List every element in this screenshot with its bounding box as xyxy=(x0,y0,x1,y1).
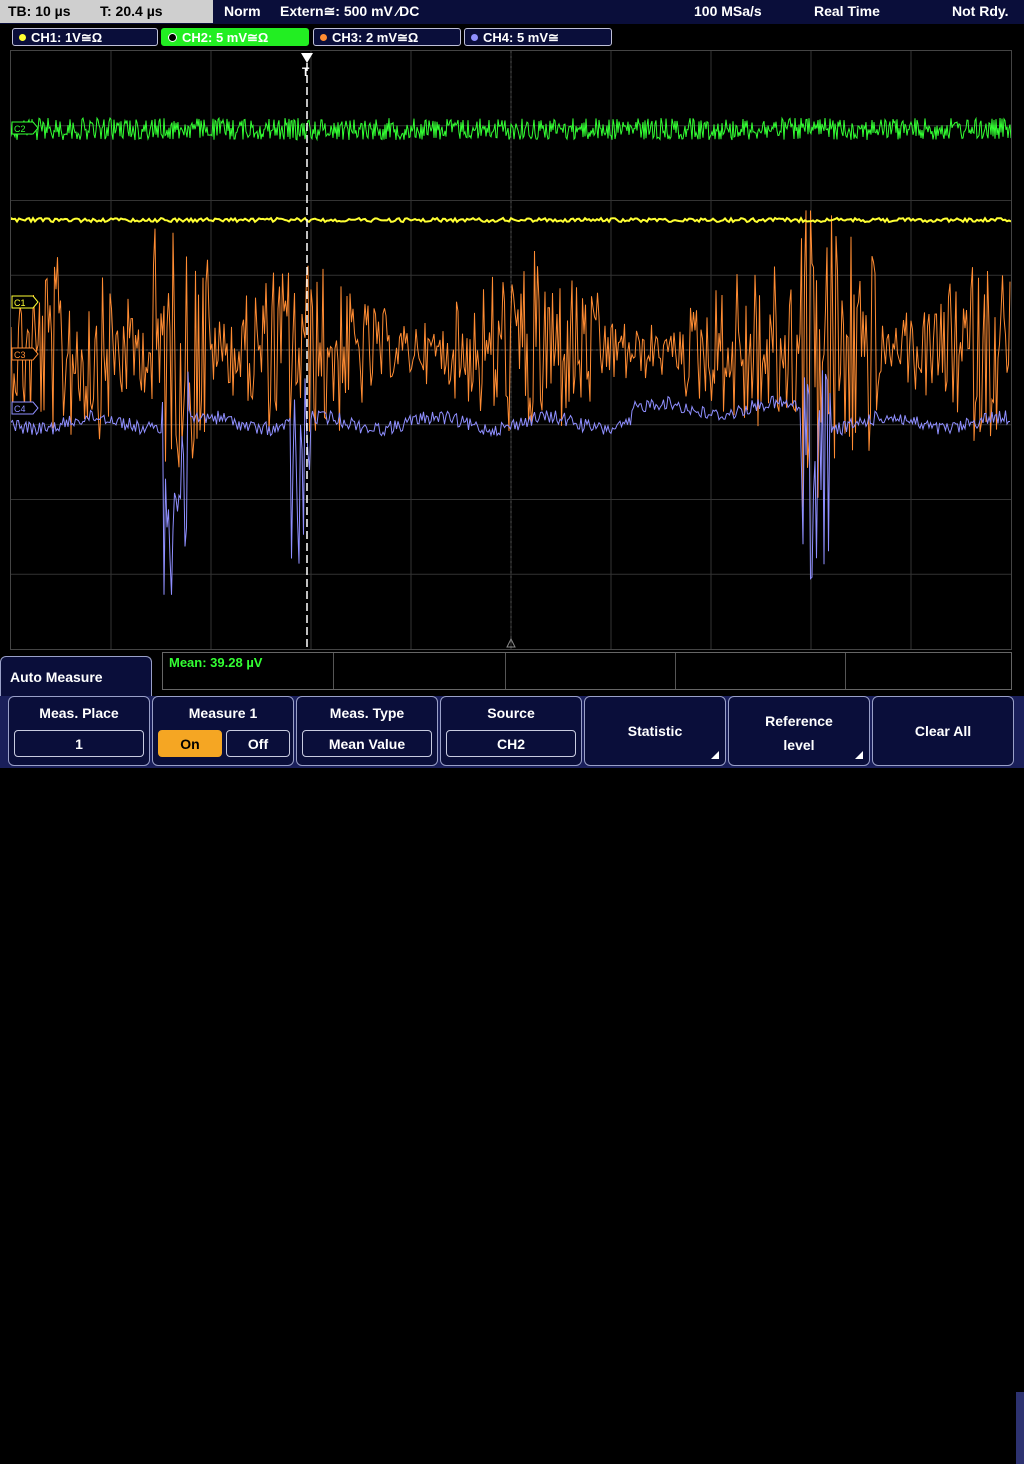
softkey-scrollbar[interactable] xyxy=(1016,1392,1024,1464)
channel-1-button[interactable]: CH1: 1V≅Ω xyxy=(12,28,158,46)
source-value[interactable]: CH2 xyxy=(446,730,576,757)
channel-4-marker-label: C4 xyxy=(14,404,26,414)
channel-4-label: CH4: 5 mV≅ xyxy=(483,30,559,45)
meas-type-label: Meas. Type xyxy=(329,705,405,721)
trigger-status: Not Rdy. xyxy=(952,3,1009,19)
measure-on-toggle[interactable]: On xyxy=(158,730,222,757)
status-bar: TB: 10 µs T: 20.4 µs Norm Extern≅: 500 m… xyxy=(0,0,1024,24)
sample-rate: 100 MSa/s xyxy=(694,3,762,19)
clear-all-label: Clear All xyxy=(914,723,972,739)
submenu-arrow-icon xyxy=(855,751,863,759)
trigger-source[interactable]: Extern≅: 500 mV ⁄DC xyxy=(280,0,419,23)
meas-place-softkey[interactable]: Meas. Place 1 xyxy=(8,696,150,766)
meas-divider xyxy=(333,653,334,689)
channel-1-marker-label: C1 xyxy=(14,298,26,308)
waveform-canvas: C2 C1 C3 C4 T xyxy=(11,51,1011,649)
statistic-label: Statistic xyxy=(627,723,683,739)
meas-place-label: Meas. Place xyxy=(39,705,119,721)
timebase-readout: TB: 10 µs xyxy=(8,3,71,19)
timebase-panel[interactable]: TB: 10 µs T: 20.4 µs xyxy=(0,0,213,23)
channel-2-button[interactable]: CH2: 5 mV≅Ω xyxy=(161,28,309,46)
reference-label-line2: level xyxy=(783,737,815,753)
measure-off-toggle[interactable]: Off xyxy=(226,730,290,757)
menu-title: Auto Measure xyxy=(10,669,103,685)
channel-2-label: CH2: 5 mV≅Ω xyxy=(182,30,269,45)
channel-1-dot-icon xyxy=(19,34,26,42)
acquisition-mode: Real Time xyxy=(814,3,880,19)
meas-divider xyxy=(845,653,846,689)
reference-label-line1: Reference xyxy=(765,713,833,729)
menu-title-tab: Auto Measure xyxy=(0,656,152,696)
submenu-arrow-icon xyxy=(711,751,719,759)
meas-type-value[interactable]: Mean Value xyxy=(302,730,432,757)
channel-1-marker[interactable]: C1 xyxy=(11,295,39,309)
source-softkey[interactable]: Source CH2 xyxy=(440,696,582,766)
source-label: Source xyxy=(487,705,535,721)
channel-1-label: CH1: 1V≅Ω xyxy=(31,30,103,45)
measure-1-label: Measure 1 xyxy=(188,705,258,721)
channel-4-marker[interactable]: C4 xyxy=(11,401,39,415)
mean-readout: Mean: 39.28 µV xyxy=(169,655,263,670)
channel-2-marker[interactable]: C2 xyxy=(11,121,39,135)
channel-2-dot-icon xyxy=(168,33,177,43)
meas-place-value[interactable]: 1 xyxy=(14,730,144,757)
channel-4-dot-icon xyxy=(471,34,478,42)
softkey-bar: Meas. Place 1 Measure 1 On Off Meas. Typ… xyxy=(0,696,1024,1464)
reference-level-softkey[interactable]: Reference level xyxy=(728,696,870,766)
measurement-strip: Mean: 39.28 µV xyxy=(162,652,1012,690)
statistic-softkey[interactable]: Statistic xyxy=(584,696,726,766)
meas-divider xyxy=(505,653,506,689)
trigger-time-readout: T: 20.4 µs xyxy=(100,3,163,19)
meas-divider xyxy=(675,653,676,689)
channel-bar: CH1: 1V≅Ω CH2: 5 mV≅Ω CH3: 2 mV≅Ω CH4: 5… xyxy=(0,24,1024,48)
channel-4-button[interactable]: CH4: 5 mV≅ xyxy=(464,28,612,46)
clear-all-softkey[interactable]: Clear All xyxy=(872,696,1014,766)
trigger-label: T xyxy=(302,65,310,79)
channel-2-marker-label: C2 xyxy=(14,124,26,134)
meas-type-softkey[interactable]: Meas. Type Mean Value xyxy=(296,696,438,766)
channel-3-label: CH3: 2 mV≅Ω xyxy=(332,30,419,45)
trigger-mode[interactable]: Norm xyxy=(224,0,261,23)
measure-1-softkey[interactable]: Measure 1 On Off xyxy=(152,696,294,766)
waveform-display[interactable]: C2 C1 C3 C4 T xyxy=(10,50,1012,650)
channel-3-dot-icon xyxy=(320,34,327,42)
channel-3-button[interactable]: CH3: 2 mV≅Ω xyxy=(313,28,461,46)
channel-3-marker[interactable]: C3 xyxy=(11,347,39,361)
channel-3-marker-label: C3 xyxy=(14,350,26,360)
